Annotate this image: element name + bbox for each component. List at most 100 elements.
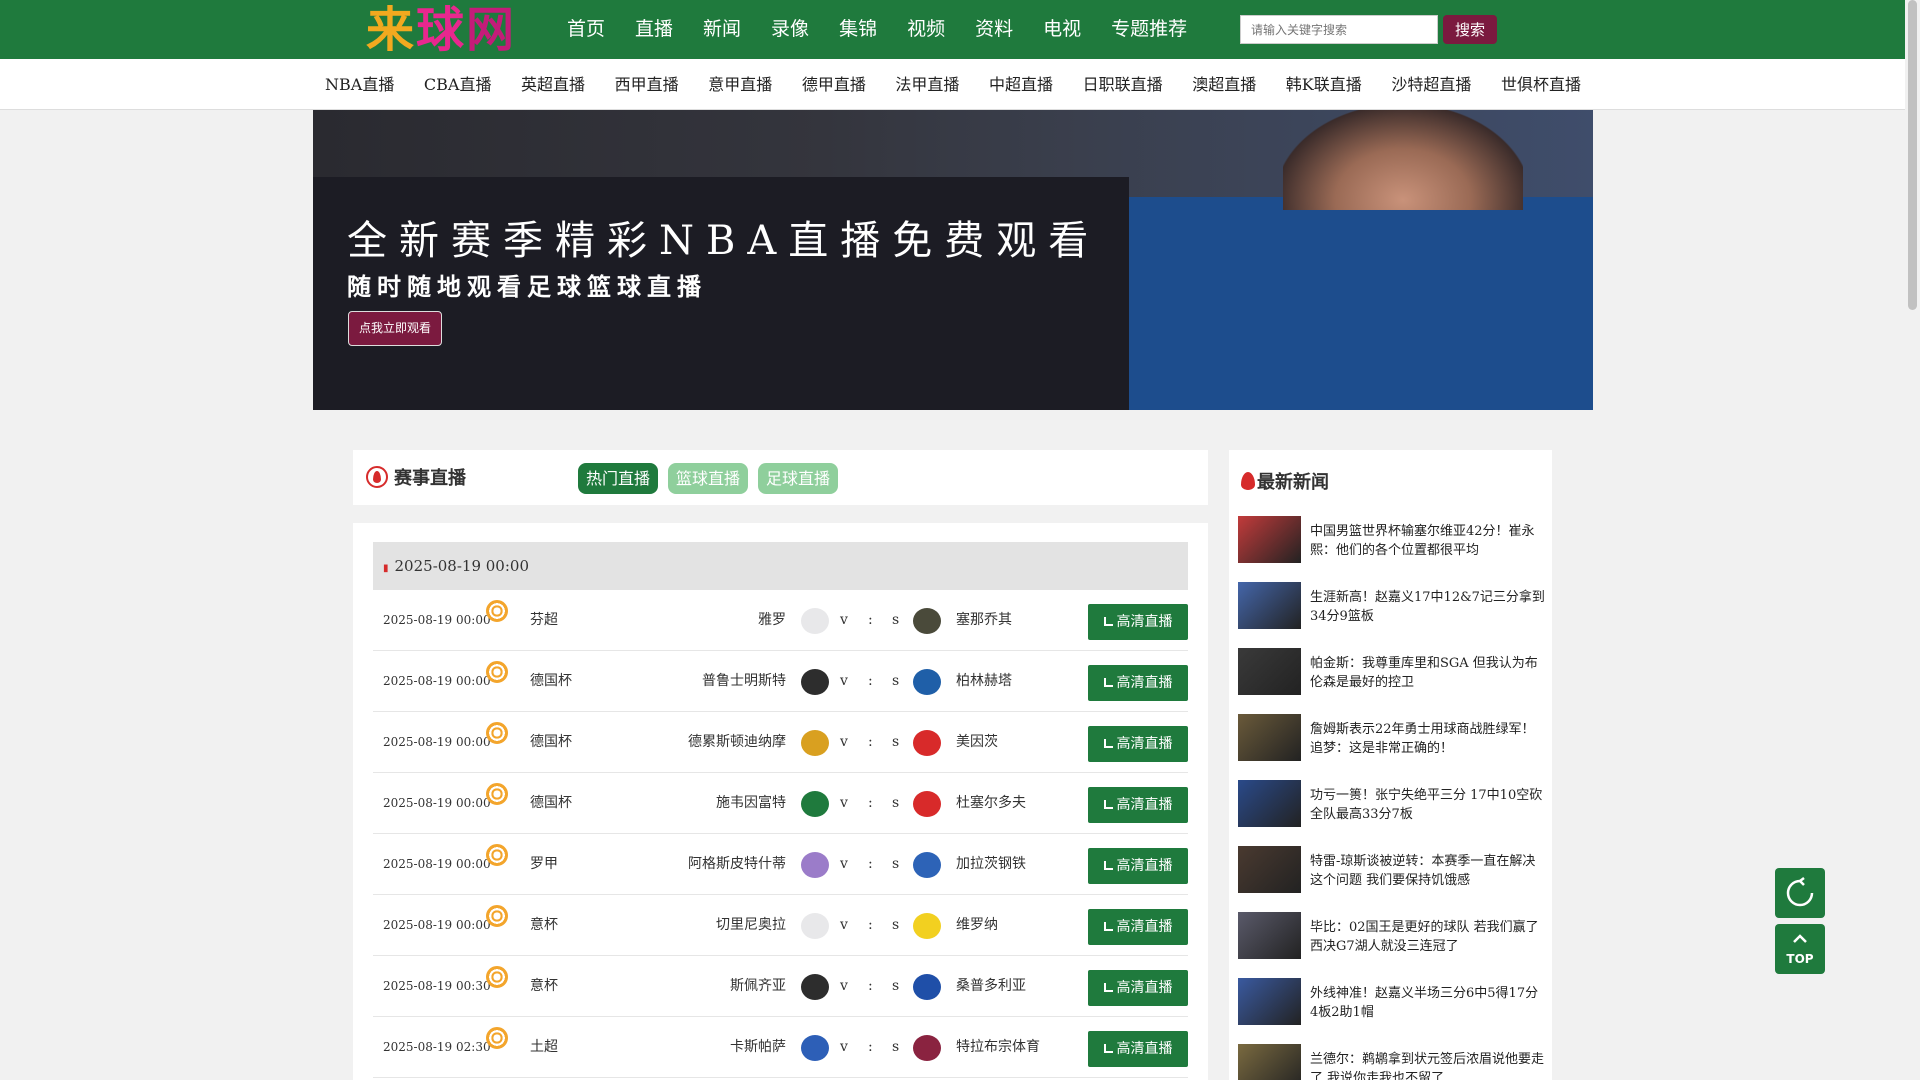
nav-item[interactable]: 电视: [1028, 0, 1096, 59]
score-label: s: [892, 612, 900, 628]
hd-live-button[interactable]: 高清直播: [1088, 726, 1188, 762]
news-item[interactable]: 外线神准！赵嘉义半场三分6中5得17分4板2助1帽: [1238, 978, 1548, 1044]
news-headline[interactable]: 中国男篮世界杯输塞尔维亚42分！崔永熙：他们的各个位置都很平均: [1310, 522, 1545, 560]
hero-banner[interactable]: 全新赛季精彩NBA直播免费观看 随时随地观看足球篮球直播 点我立即观看: [313, 110, 1593, 410]
news-thumbnail[interactable]: [1238, 912, 1301, 959]
news-headline[interactable]: 兰德尔：鹈鹕拿到状元签后浓眉说他要走了 我说你走我也不留了: [1310, 1050, 1545, 1080]
hd-live-button[interactable]: 高清直播: [1088, 970, 1188, 1006]
match-row: 2025-08-19 02:30 土超 卡斯帕萨 v: s 特拉布宗体育 高清直播: [373, 1017, 1188, 1078]
banner-player-image: [1283, 110, 1523, 210]
chart-icon: [1103, 861, 1113, 870]
match-row: 2025-08-19 00:00 德国杯 德累斯顿迪纳摩 v: s 美因茨 高清直播: [373, 712, 1188, 773]
away-team-logo: [913, 669, 941, 695]
league-nav-item[interactable]: 韩K联直播: [1274, 59, 1374, 110]
news-thumbnail[interactable]: [1238, 516, 1301, 563]
news-item[interactable]: 毕比：02国王是更好的球队 若我们赢了西决G7湖人就没三连冠了: [1238, 912, 1548, 978]
nav-item[interactable]: 集锦: [824, 0, 892, 59]
away-team[interactable]: 杜塞尔多夫: [956, 773, 1026, 834]
scrollbar-thumb[interactable]: [1908, 0, 1917, 310]
hd-live-button[interactable]: 高清直播: [1088, 665, 1188, 701]
news-thumbnail[interactable]: [1238, 714, 1301, 761]
nav-item[interactable]: 直播: [620, 0, 688, 59]
league-nav-item[interactable]: 西甲直播: [603, 59, 691, 110]
search-button[interactable]: 搜索: [1443, 15, 1497, 44]
home-team[interactable]: 斯佩齐亚: [730, 956, 786, 1017]
away-team[interactable]: 特拉布宗体育: [956, 1017, 1040, 1078]
league-nav-item[interactable]: 英超直播: [509, 59, 597, 110]
home-team[interactable]: 切里尼奥拉: [716, 895, 786, 956]
news-item[interactable]: 兰德尔：鹈鹕拿到状元签后浓眉说他要走了 我说你走我也不留了: [1238, 1044, 1548, 1080]
league-nav-item[interactable]: CBA直播: [412, 59, 504, 110]
news-item[interactable]: 中国男篮世界杯输塞尔维亚42分！崔永熙：他们的各个位置都很平均: [1238, 516, 1548, 582]
news-headline[interactable]: 毕比：02国王是更好的球队 若我们赢了西决G7湖人就没三连冠了: [1310, 918, 1545, 956]
league-nav-item[interactable]: 意甲直播: [696, 59, 784, 110]
home-team[interactable]: 阿格斯皮特什蒂: [688, 834, 786, 895]
news-item[interactable]: 特雷-琼斯谈被逆转：本赛季一直在解决这个问题 我们要保持饥饿感: [1238, 846, 1548, 912]
vs-label: v: [840, 917, 848, 933]
home-team[interactable]: 施韦因富特: [716, 773, 786, 834]
league-nav-item[interactable]: 德甲直播: [790, 59, 878, 110]
home-team[interactable]: 卡斯帕萨: [730, 1017, 786, 1078]
news-thumbnail[interactable]: [1238, 1044, 1301, 1080]
page-scrollbar[interactable]: [1905, 0, 1920, 1080]
news-thumbnail[interactable]: [1238, 846, 1301, 893]
nav-item[interactable]: 录像: [756, 0, 824, 59]
hd-live-button[interactable]: 高清直播: [1088, 787, 1188, 823]
schedule-tab[interactable]: 热门直播: [578, 463, 659, 494]
watch-now-button[interactable]: 点我立即观看: [348, 311, 442, 346]
news-headline[interactable]: 功亏一篑！张宁失绝平三分 17中10空砍全队最高33分7板: [1310, 786, 1545, 824]
nav-item[interactable]: 新闻: [688, 0, 756, 59]
league-nav-item[interactable]: 法甲直播: [883, 59, 971, 110]
news-item[interactable]: 帕金斯：我尊重库里和SGA 但我认为布伦森是最好的控卫: [1238, 648, 1548, 714]
away-team[interactable]: 柏林赫塔: [956, 651, 1012, 712]
news-headline[interactable]: 外线神准！赵嘉义半场三分6中5得17分4板2助1帽: [1310, 984, 1545, 1022]
league-name: 德国杯: [530, 734, 572, 750]
away-team[interactable]: 加拉茨钢铁: [956, 834, 1026, 895]
league-nav-item[interactable]: 澳超直播: [1180, 59, 1268, 110]
schedule-tab[interactable]: 篮球直播: [668, 463, 749, 494]
hd-live-button[interactable]: 高清直播: [1088, 1031, 1188, 1067]
news-item[interactable]: 生涯新高！赵嘉义17中12&7记三分拿到34分9篮板: [1238, 582, 1548, 648]
news-item[interactable]: 功亏一篑！张宁失绝平三分 17中10空砍全队最高33分7板: [1238, 780, 1548, 846]
away-team[interactable]: 维罗纳: [956, 895, 998, 956]
away-team[interactable]: 桑普多利亚: [956, 956, 1026, 1017]
score-label: s: [892, 978, 900, 994]
league-nav-item[interactable]: 沙特超直播: [1379, 59, 1483, 110]
hd-live-label: 高清直播: [1116, 858, 1173, 874]
news-headline[interactable]: 詹姆斯表示22年勇士用球商战胜绿军！追梦：这是非常正确的！: [1310, 720, 1545, 758]
site-logo[interactable]: 来球网: [366, 2, 546, 58]
news-thumbnail[interactable]: [1238, 648, 1301, 695]
schedule-tab[interactable]: 足球直播: [758, 463, 839, 494]
chevron-up-icon: [1793, 934, 1807, 943]
league-nav-item[interactable]: 中超直播: [977, 59, 1065, 110]
news-headline[interactable]: 帕金斯：我尊重库里和SGA 但我认为布伦森是最好的控卫: [1310, 654, 1545, 692]
nav-item[interactable]: 专题推荐: [1096, 0, 1202, 59]
league-nav-item[interactable]: 日职联直播: [1071, 59, 1175, 110]
home-team[interactable]: 德累斯顿迪纳摩: [688, 712, 786, 773]
search-input[interactable]: [1240, 15, 1438, 44]
score-separator: :: [868, 673, 873, 689]
hd-live-button[interactable]: 高清直播: [1088, 848, 1188, 884]
back-to-top-button[interactable]: TOP: [1775, 924, 1825, 974]
nav-item[interactable]: 视频: [892, 0, 960, 59]
league-nav-item[interactable]: NBA直播: [313, 59, 406, 110]
news-headline[interactable]: 生涯新高！赵嘉义17中12&7记三分拿到34分9篮板: [1310, 588, 1545, 626]
news-thumbnail[interactable]: [1238, 582, 1301, 629]
nav-item[interactable]: 首页: [552, 0, 620, 59]
news-thumbnail[interactable]: [1238, 978, 1301, 1025]
league-name: 意杯: [530, 978, 558, 994]
hd-live-button[interactable]: 高清直播: [1088, 604, 1188, 640]
hd-live-button[interactable]: 高清直播: [1088, 909, 1188, 945]
nav-item[interactable]: 资料: [960, 0, 1028, 59]
away-team[interactable]: 塞那乔其: [956, 590, 1012, 651]
news-item[interactable]: 詹姆斯表示22年勇士用球商战胜绿军！追梦：这是非常正确的！: [1238, 714, 1548, 780]
football-icon: [486, 1027, 508, 1049]
home-team[interactable]: 普鲁士明斯特: [702, 651, 786, 712]
league-nav-item[interactable]: 世俱杯直播: [1489, 59, 1593, 110]
away-team[interactable]: 美因茨: [956, 712, 998, 773]
news-thumbnail[interactable]: [1238, 780, 1301, 827]
refresh-button[interactable]: [1775, 868, 1825, 918]
home-team[interactable]: 雅罗: [758, 590, 786, 651]
news-headline[interactable]: 特雷-琼斯谈被逆转：本赛季一直在解决这个问题 我们要保持饥饿感: [1310, 852, 1545, 890]
football-icon: [486, 905, 508, 927]
